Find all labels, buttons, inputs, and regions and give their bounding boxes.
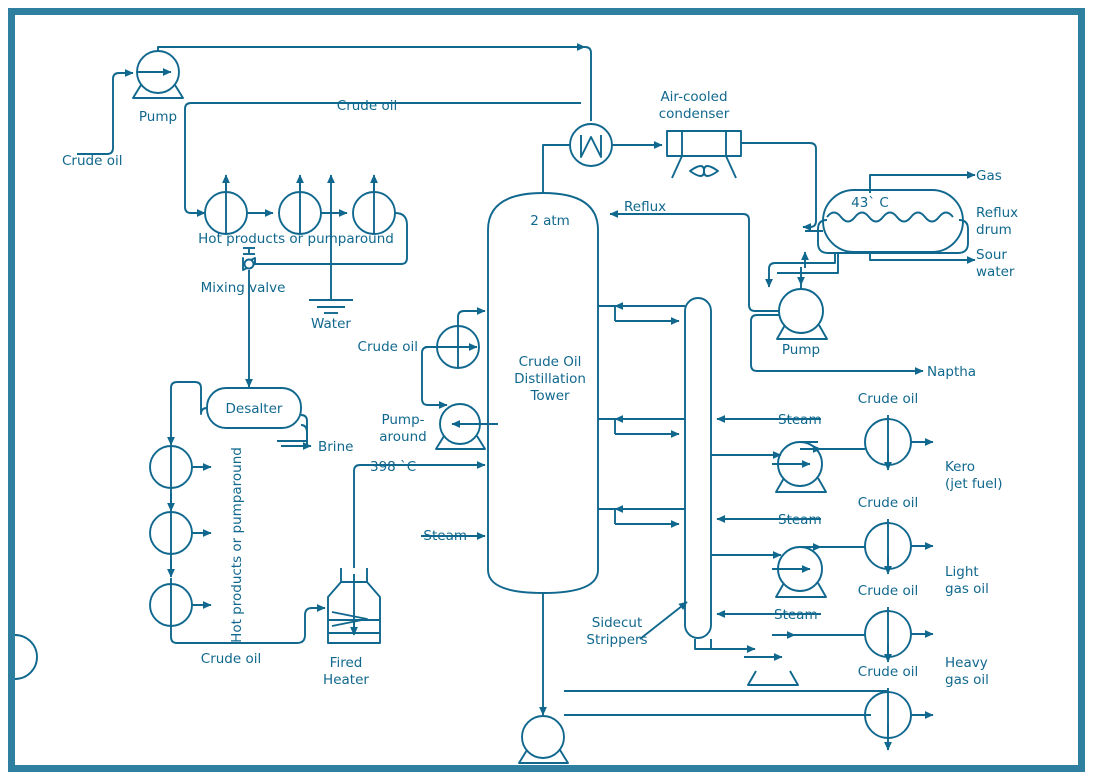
label-reflux-drum-line2: drum [976, 222, 1012, 238]
condenser-fan-right [703, 165, 719, 177]
pump-lgo-base [775, 582, 827, 598]
pipe-hx-feed-to-pumparound [421, 346, 448, 409]
pump-pumparound-base [435, 435, 486, 450]
label-tower-name-2: Distillation [514, 371, 586, 387]
pump-reflux-base [776, 324, 828, 340]
label-crude-oil-bottom-left: Crude oil [201, 651, 261, 667]
label-crude-oil-kero: Crude oil [858, 391, 918, 407]
label-crude-oil-lgo: Crude oil [858, 495, 918, 511]
label-hot-products-left: Hot products or pumparound [229, 447, 245, 643]
pipe-tower-top-to-hx [542, 144, 571, 165]
label-feed-temperature: 398 `C [370, 459, 416, 475]
pump-reflux-body [778, 288, 824, 334]
label-crude-oil-hgo: Crude oil [858, 583, 918, 599]
label-pump-reflux: Pump [782, 342, 820, 358]
label-desalter: Desalter [226, 401, 283, 417]
fired-heater-coil [331, 611, 368, 627]
label-naptha: Naptha [927, 364, 976, 380]
pump-hgo-body [15, 634, 38, 680]
label-mixing-valve: Mixing valve [201, 280, 286, 296]
label-kero-line2: (jet fuel) [945, 476, 1003, 492]
label-steam-bottom-feed: Steam [423, 528, 467, 544]
label-sidecut-strippers-2: Strippers [586, 632, 647, 648]
pipe-strip-3-bottom [694, 639, 715, 650]
label-gas: Gas [976, 168, 1002, 184]
pipe-condenser-to-drum [741, 142, 817, 231]
diagram-frame: Crude oil Pump Crude oil Hot products or… [8, 8, 1085, 772]
label-steam-hgo: Steam [774, 607, 818, 623]
pump-bottom-base [518, 749, 569, 764]
label-steam-lgo: Steam [778, 512, 822, 528]
label-condenser-line1: Air-cooled [660, 89, 727, 105]
label-light-gas-oil-1: Light [945, 564, 979, 580]
label-tower-name-1: Crude Oil [519, 354, 582, 370]
label-sour-water-line1: Sour [976, 247, 1007, 263]
process-flow-diagram: Crude oil Pump Crude oil Hot products or… [0, 0, 1093, 780]
label-heavy-gas-oil-1: Heavy [945, 655, 988, 671]
pump-top-base [132, 84, 184, 99]
sidecut-stripper-column [684, 297, 712, 639]
label-tower-name-3: Tower [529, 388, 570, 404]
pipe-hx-feed-to-tower-top [457, 307, 486, 326]
label-reflux: Reflux [624, 199, 666, 215]
label-reflux-drum-line1: Reflux [976, 205, 1018, 221]
pipe-top-down-to-hx [584, 46, 592, 121]
pump-hgo-base [747, 670, 799, 686]
condenser-leg-left [671, 155, 683, 179]
pipe-desalter-to-column [167, 381, 208, 446]
label-hot-products-top: Hot products or pumparound [198, 231, 394, 247]
label-kero-line1: Kero [945, 459, 975, 475]
label-sidecut-strippers-1: Sidecut [592, 615, 642, 631]
leader-sidecut-strippers [639, 601, 688, 640]
pipe-reflux-return [609, 210, 779, 312]
label-crude-oil-top-line: Crude oil [337, 98, 397, 114]
condenser-leg-right [725, 155, 737, 179]
label-pump-top: Pump [139, 109, 177, 125]
label-pumparound-line1: Pump- [381, 412, 424, 428]
label-reflux-drum-temperature: 43` C [851, 195, 889, 211]
pump-kero-base [775, 477, 827, 493]
overhead-hx-zigzag [580, 135, 602, 158]
label-crude-oil-resid: Crude oil [858, 664, 918, 680]
pipe-heater-to-tower [353, 461, 486, 568]
condenser-fan-left [689, 165, 705, 177]
label-crude-oil-preheat: Crude oil [358, 339, 418, 355]
label-crude-oil-feed: Crude oil [62, 153, 122, 169]
label-pumparound-line2: around [379, 429, 426, 445]
label-fired-heater-line1: Fired [330, 655, 363, 671]
mixing-valve-hub [243, 258, 255, 270]
pipe-drum-to-pump [765, 253, 836, 288]
overhead-heat-exchanger [569, 123, 613, 167]
air-cooled-condenser-shell [666, 130, 742, 157]
pipe-crude-oil-to-heater [170, 604, 326, 644]
label-brine: Brine [318, 439, 353, 455]
pipe-strip-3-to-pump [710, 639, 756, 653]
label-tower-pressure: 2 atm [530, 213, 570, 229]
label-steam-kero: Steam [778, 412, 822, 428]
label-condenser-line2: condenser [659, 106, 730, 122]
label-fired-heater-line2: Heater [323, 672, 369, 688]
reflux-drum-liquid-level [826, 211, 954, 223]
pipe-feed-to-pump [77, 69, 134, 155]
pump-bottom-body [521, 715, 565, 759]
pipe-sour-water-out [869, 253, 976, 264]
label-water: Water [311, 316, 351, 332]
pipe-naptha-out [750, 314, 924, 375]
pipe-network [15, 43, 976, 764]
label-light-gas-oil-2: gas oil [945, 581, 989, 597]
label-sour-water-line2: water [976, 264, 1015, 280]
diagram-canvas: Crude oil Pump Crude oil Hot products or… [15, 43, 1018, 764]
pipe-crude-oil-to-hx-train [184, 102, 581, 217]
label-heavy-gas-oil-2: gas oil [945, 672, 989, 688]
